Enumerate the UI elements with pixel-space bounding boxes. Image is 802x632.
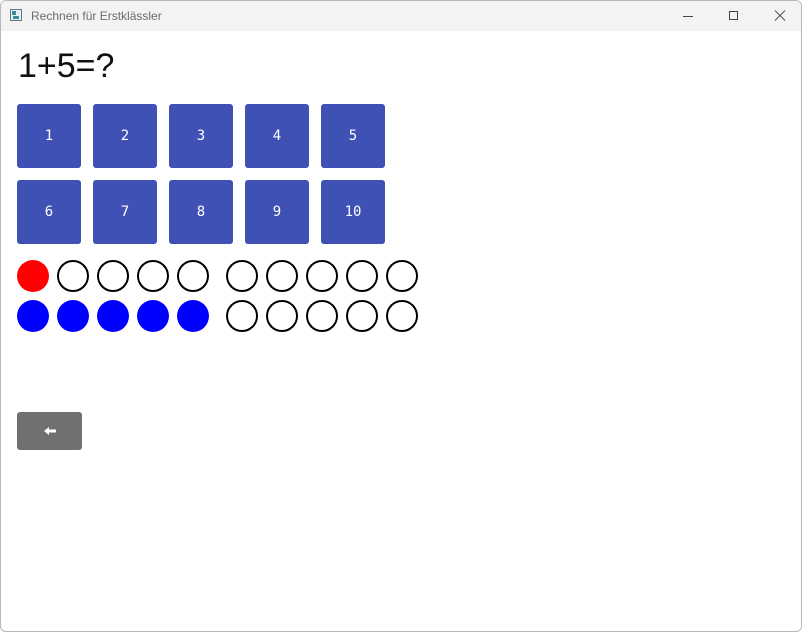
answer-button-5[interactable]: 5 — [321, 104, 385, 168]
answer-button-2[interactable]: 2 — [93, 104, 157, 168]
empty-dot — [226, 260, 258, 292]
close-icon — [774, 10, 786, 22]
filled-dot-blue — [137, 300, 169, 332]
answer-button-3[interactable]: 3 — [169, 104, 233, 168]
answer-button-6[interactable]: 6 — [17, 180, 81, 244]
question-text: 1+5=? — [18, 47, 115, 85]
answer-button-10[interactable]: 10 — [321, 180, 385, 244]
close-button[interactable] — [757, 1, 801, 31]
empty-dot — [266, 300, 298, 332]
filled-dot-red — [17, 260, 49, 292]
window-title: Rechnen für Erstklässler — [31, 9, 162, 23]
empty-dot — [226, 300, 258, 332]
title-bar[interactable]: Rechnen für Erstklässler — [1, 1, 801, 31]
filled-dot-blue — [57, 300, 89, 332]
minimize-button[interactable] — [665, 1, 711, 31]
empty-dot — [266, 260, 298, 292]
maximize-button[interactable] — [711, 1, 757, 31]
app-icon — [10, 9, 22, 21]
answer-button-9[interactable]: 9 — [245, 180, 309, 244]
filled-dot-blue — [177, 300, 209, 332]
minimize-icon — [683, 16, 693, 17]
answer-button-7[interactable]: 7 — [93, 180, 157, 244]
empty-dot — [346, 260, 378, 292]
answer-button-4[interactable]: 4 — [245, 104, 309, 168]
empty-dot — [346, 300, 378, 332]
empty-dot — [57, 260, 89, 292]
empty-dot — [306, 260, 338, 292]
empty-dot — [386, 300, 418, 332]
filled-dot-blue — [97, 300, 129, 332]
left-arrow-icon — [43, 427, 56, 435]
answer-button-8[interactable]: 8 — [169, 180, 233, 244]
empty-dot — [137, 260, 169, 292]
empty-dot — [177, 260, 209, 292]
empty-dot — [386, 260, 418, 292]
app-window: Rechnen für Erstklässler 1+5=? 12345 6789… — [0, 0, 802, 632]
maximize-icon — [729, 11, 738, 20]
filled-dot-blue — [17, 300, 49, 332]
back-button[interactable] — [17, 412, 82, 450]
empty-dot — [97, 260, 129, 292]
empty-dot — [306, 300, 338, 332]
answer-button-1[interactable]: 1 — [17, 104, 81, 168]
